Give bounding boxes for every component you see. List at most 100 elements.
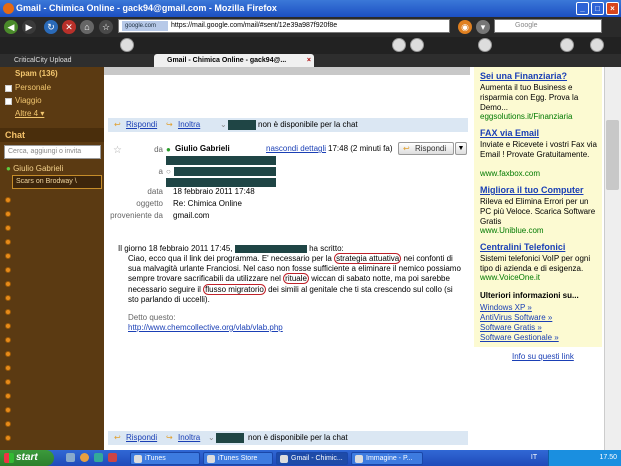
chat-search-input[interactable]: Cerca, aggiungi o invita (4, 145, 101, 159)
chat-unavailable-text: non è disponibile per la chat (248, 433, 348, 442)
maximize-button[interactable]: □ (591, 2, 604, 15)
window-title-bar: Gmail - Chimica Online - gack94@gmail.co… (0, 0, 621, 17)
quicklaunch-icon[interactable] (66, 453, 75, 462)
skull-theme-icon (392, 38, 406, 52)
label-color-box (5, 98, 12, 105)
ad-url[interactable]: eggsolutions.it/Finanziaria (480, 112, 573, 121)
hide-details-link[interactable]: nascondi dettagli (266, 144, 326, 153)
back-icon[interactable]: ◀ (4, 20, 18, 34)
reply-link[interactable]: Rispondi (126, 431, 157, 445)
decoration-dot (5, 239, 11, 245)
decoration-dot (5, 337, 11, 343)
decoration-dot (5, 295, 11, 301)
spam-label[interactable]: Spam (136) (15, 69, 58, 78)
more-info-title: Ulteriori informazioni su... (480, 291, 579, 300)
home-icon[interactable]: ⌂ (80, 20, 94, 34)
decoration-dot (5, 421, 11, 427)
quote-text: nei confonti di (401, 254, 453, 263)
more-info-link[interactable]: Software Gestionale » (480, 333, 559, 342)
source-label: proveniente da (110, 211, 163, 220)
taskbar-item-gmail[interactable]: Gmail - Chimic... (276, 452, 348, 465)
taskbar-item-itunes-store[interactable]: iTunes Store (203, 452, 273, 465)
search-input[interactable]: Google (494, 19, 602, 33)
quicklaunch-icon[interactable] (80, 453, 89, 462)
label-viaggio[interactable]: Viaggio (15, 96, 42, 105)
ad-text: Inviate e Ricevete i vostri Fax via Emai… (480, 140, 597, 159)
decoration-dot (5, 281, 11, 287)
skull-theme-icon (120, 38, 134, 52)
itunes-icon (134, 455, 142, 463)
scrollbar-thumb[interactable] (606, 120, 619, 190)
more-info-link[interactable]: Software Gratis » (480, 323, 542, 332)
quote-text: necessario seguire il (128, 284, 204, 294)
redacted-recipient (166, 178, 276, 187)
vlab-link[interactable]: http://www.chemcollective.org/vlab/vlab.… (128, 323, 283, 332)
quote-text: dei simili al genitale che ti sta cresce… (265, 284, 453, 294)
forward-arrow-icon: ↪ (166, 433, 173, 442)
chat-status-icon: ⌄ (220, 120, 227, 129)
tab-criticalcity[interactable]: CriticalCity Upload (2, 54, 152, 67)
quicklaunch-icon[interactable] (108, 453, 117, 462)
ad-title[interactable]: Migliora il tuo Computer (480, 185, 584, 195)
clock[interactable]: 17.50 (599, 454, 617, 461)
chat-contact[interactable]: ● Giulio Gabrieli (6, 164, 63, 173)
reply-button[interactable]: ↩ Rispondi (398, 142, 454, 155)
paint-icon (355, 455, 363, 463)
close-button[interactable]: × (606, 2, 619, 15)
ads-info-link[interactable]: Info su questi link (512, 352, 574, 361)
ad-title[interactable]: Sei una Finanziaria? (480, 71, 567, 81)
stop-icon[interactable]: ✕ (62, 20, 76, 34)
forward-link[interactable]: Inoltra (178, 118, 200, 132)
reload-icon[interactable]: ↻ (44, 20, 58, 34)
bookmark-star-icon[interactable]: ☆ (99, 20, 113, 34)
ad-url[interactable]: www.VoiceOne.it (480, 273, 540, 282)
detto-label: Detto questo: (128, 313, 176, 322)
subject-value: Re: Chimica Online (173, 199, 242, 208)
more-labels-link[interactable]: Altre 4 ▾ (15, 109, 44, 118)
date-value: 18 febbraio 2011 17:48 (173, 187, 255, 196)
tab-gmail[interactable]: Gmail - Chimica Online - gack94@... × (154, 54, 314, 67)
task-label: Immagine - P... (366, 455, 413, 462)
redacted-recipient (174, 167, 276, 176)
rss-icon[interactable]: ◉ (458, 20, 472, 34)
taskbar-item-image[interactable]: Immagine - P... (351, 452, 423, 465)
reply-icon: ↩ (403, 144, 410, 153)
quote-text: wiccan di sabato notte, ma poi sarebbe (308, 274, 450, 284)
ad-url[interactable]: www.faxbox.com (480, 169, 540, 178)
taskbar-item-itunes[interactable]: iTunes (130, 452, 200, 465)
decoration-dot (5, 309, 11, 315)
label-color-box (5, 85, 12, 92)
status-message-input[interactable]: Scars on Brodway \ (12, 175, 102, 189)
language-indicator[interactable]: IT (524, 450, 544, 466)
quote-text: sempre trovare sacrificabili da utilizza… (128, 274, 284, 284)
forward-icon[interactable]: ▶ (22, 20, 36, 34)
more-info-link[interactable]: Windows XP » (480, 303, 532, 312)
url-bar[interactable]: google.com https://mail.google.com/mail/… (118, 19, 450, 33)
start-button[interactable]: start (0, 450, 54, 466)
more-info-link[interactable]: AntiVirus Software » (480, 313, 552, 322)
close-tab-icon[interactable]: × (307, 54, 311, 67)
dropdown-icon[interactable]: ▾ (476, 20, 490, 34)
chat-title: Chat (5, 130, 25, 140)
intro-end-text: ha scritto: (309, 244, 344, 253)
more-actions-button[interactable]: ▼ (455, 142, 467, 155)
message-body: Il giorno 18 febbraio 2011 17:45, ha scr… (118, 244, 468, 254)
quicklaunch-icon[interactable] (94, 453, 103, 462)
date-label: data (147, 187, 163, 196)
reply-link[interactable]: Rispondi (126, 118, 157, 132)
ad-text: Sistemi telefonici VoIP per ogni tipo di… (480, 254, 591, 273)
ad-text: Rileva ed Elimina Errori per un PC più V… (480, 197, 596, 226)
forward-link[interactable]: Inoltra (178, 431, 200, 445)
reply-bar-top: ↩ Rispondi ↪ Inoltra ⌄ non è disponibile… (108, 118, 468, 132)
ad-url[interactable]: www.Uniblue.com (480, 226, 544, 235)
minimize-button[interactable]: _ (576, 2, 589, 15)
ad-title[interactable]: FAX via Email (480, 128, 539, 138)
chat-status-icon: ⌄ (208, 433, 215, 442)
decoration-dot (5, 211, 11, 217)
ad-title[interactable]: Centralini Telefonici (480, 242, 565, 252)
label-personale[interactable]: Personale (15, 83, 51, 92)
site-identity[interactable]: google.com (122, 21, 168, 31)
skull-theme-icon (410, 38, 424, 52)
sender-online-icon: ● (166, 145, 171, 154)
previous-message-collapsed (104, 67, 470, 75)
